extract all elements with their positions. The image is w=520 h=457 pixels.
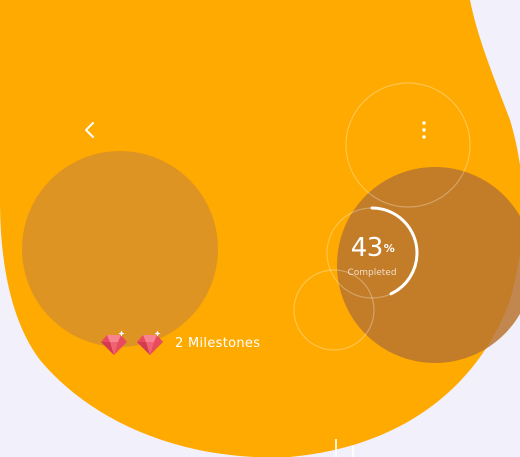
more-vertical-icon bbox=[422, 121, 426, 139]
progress-unit: % bbox=[383, 242, 395, 255]
progress-number: 43 bbox=[350, 233, 384, 263]
gem-icon bbox=[101, 330, 127, 355]
more-options-button[interactable] bbox=[408, 114, 440, 146]
goal-screen: 43% Completed 2 Milestones bbox=[0, 0, 520, 457]
back-button[interactable] bbox=[74, 114, 106, 146]
progress-ring: 43% Completed bbox=[324, 205, 420, 301]
decor-circle-left bbox=[22, 151, 218, 347]
gem-icon bbox=[137, 330, 163, 355]
progress-caption: Completed bbox=[347, 268, 397, 278]
milestones-summary[interactable]: 2 Milestones bbox=[100, 329, 260, 357]
progress-percentage: 43% bbox=[324, 235, 420, 261]
header-background bbox=[0, 0, 520, 457]
chevron-left-icon bbox=[85, 122, 94, 138]
milestones-label: 2 Milestones bbox=[175, 335, 261, 351]
